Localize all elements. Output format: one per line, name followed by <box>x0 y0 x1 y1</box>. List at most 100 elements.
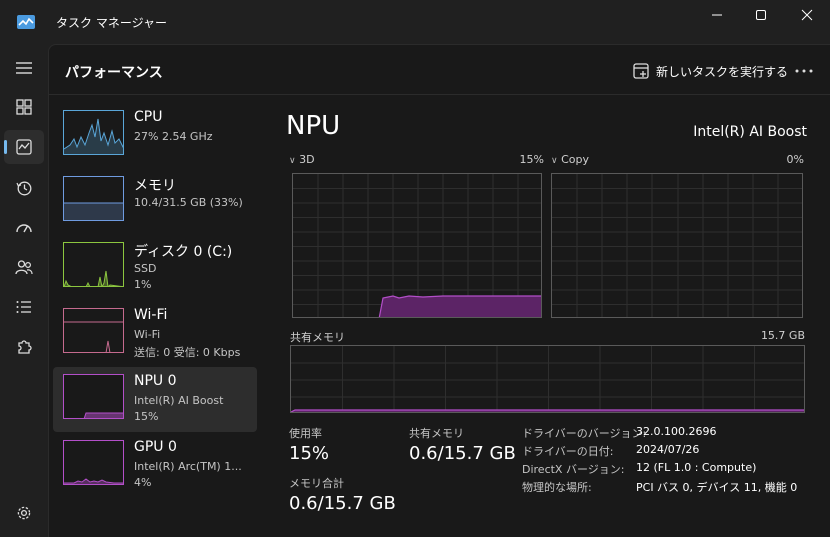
info-driver-date-key: ドライバーの日付: <box>522 445 614 458</box>
device-usage: 1% <box>134 278 152 291</box>
device-name: NPU 0 <box>134 373 177 389</box>
graph-shared-max: 15.7 GB <box>760 329 805 342</box>
device-throughput: 送信: 0 受信: 0 Kbps <box>134 346 241 359</box>
graph-copy-plot <box>552 174 802 317</box>
nav-details[interactable] <box>4 290 44 324</box>
run-new-task-label: 新しいタスクを実行する <box>656 64 789 79</box>
info-directx-key: DirectX バージョン: <box>522 463 625 476</box>
users-icon <box>15 260 33 275</box>
chevron-down-icon: ∨ <box>551 156 558 166</box>
device-detail: Intel(R) AI Boost <box>134 394 224 407</box>
utilization-label: 使用率 <box>289 427 322 440</box>
gpu-sparkline <box>64 478 123 484</box>
graph-shared-memory <box>290 345 805 413</box>
performance-icon <box>16 139 32 155</box>
device-name: ディスク 0 (C:) <box>134 244 233 260</box>
gear-icon <box>17 506 31 520</box>
device-detail: 10.4/31.5 GB (33%) <box>134 196 243 209</box>
device-name: Wi-Fi <box>134 307 168 323</box>
graph-copy-max: 0% <box>786 153 804 166</box>
page-header: パフォーマンス 新しいタスクを実行する <box>49 45 830 95</box>
npu-sparkline <box>83 412 123 418</box>
close-button[interactable] <box>784 0 830 30</box>
detail-model: Intel(R) AI Boost <box>693 124 807 140</box>
page-title: パフォーマンス <box>65 65 163 81</box>
memory-sparkline <box>64 202 123 220</box>
nav-app-history[interactable] <box>4 171 44 205</box>
utilization-value: 15% <box>289 443 330 464</box>
graph-3d <box>292 173 542 318</box>
nav-users[interactable] <box>4 250 44 284</box>
history-icon <box>16 181 32 196</box>
nav-processes[interactable] <box>4 90 44 124</box>
device-name: GPU 0 <box>134 439 177 455</box>
window-title: タスク マネージャー <box>56 16 167 30</box>
device-usage: 4% <box>134 476 152 489</box>
detail-title: NPU <box>286 111 341 141</box>
nav-rail <box>0 44 48 537</box>
device-thumbnail <box>63 110 124 155</box>
device-thumbnail <box>63 176 124 221</box>
device-detail: SSD <box>134 262 157 275</box>
cpu-sparkline <box>64 118 123 154</box>
puzzle-icon <box>18 340 32 354</box>
device-thumbnail <box>63 308 124 353</box>
minimize-icon <box>712 14 722 16</box>
graph-3d-label[interactable]: ∨ 3D <box>289 153 315 166</box>
device-item-cpu[interactable]: CPU 27% 2.54 GHz <box>53 103 257 168</box>
device-usage: 15% <box>134 410 159 423</box>
info-directx-value: 12 (FL 1.0 : Compute) <box>636 461 757 474</box>
nav-services[interactable] <box>4 330 44 364</box>
run-new-task-button[interactable]: 新しいタスクを実行する <box>627 57 794 85</box>
nav-startup-apps[interactable] <box>4 210 44 244</box>
device-thumbnail <box>63 440 124 485</box>
device-thumbnail <box>63 242 124 287</box>
info-location-value: PCI バス 0, デバイス 11, 機能 0 <box>636 481 798 494</box>
graph-3d-max: 15% <box>519 153 544 166</box>
close-icon <box>801 9 813 21</box>
device-name: メモリ <box>134 178 176 194</box>
hamburger-icon <box>16 62 32 74</box>
more-icon <box>795 69 813 73</box>
run-task-icon <box>633 63 649 79</box>
title-bar: タスク マネージャー <box>0 0 830 44</box>
device-thumbnail <box>63 374 124 419</box>
chevron-down-icon: ∨ <box>289 156 296 166</box>
device-detail: Intel(R) Arc(TM) 1... <box>134 460 242 473</box>
maximize-icon <box>756 10 766 20</box>
more-button[interactable] <box>789 57 819 85</box>
nav-menu-button[interactable] <box>4 51 44 85</box>
device-name: CPU <box>134 109 163 125</box>
maximize-button[interactable] <box>738 0 784 30</box>
task-manager-icon <box>17 15 35 29</box>
device-item-disk[interactable]: ディスク 0 (C:) SSD 1% <box>53 235 257 300</box>
minimize-button[interactable] <box>694 0 740 30</box>
shared-memory-label: 共有メモリ <box>409 427 464 440</box>
nav-settings[interactable] <box>4 496 44 530</box>
graph-shared-label: 共有メモリ <box>290 331 345 344</box>
device-item-npu[interactable]: NPU 0 Intel(R) AI Boost 15% <box>53 367 257 432</box>
nav-performance[interactable] <box>4 130 44 164</box>
memory-total-value: 0.6/15.7 GB <box>289 493 396 514</box>
wifi-sparkline <box>64 321 123 352</box>
list-icon <box>16 301 31 313</box>
graph-copy <box>551 173 803 318</box>
info-driver-version-key: ドライバーのバージョン: <box>522 427 647 440</box>
device-item-gpu[interactable]: GPU 0 Intel(R) Arc(TM) 1... 4% <box>53 433 257 498</box>
info-driver-version-value: 32.0.100.2696 <box>636 425 717 438</box>
device-item-wifi[interactable]: Wi-Fi Wi-Fi 送信: 0 受信: 0 Kbps <box>53 301 257 366</box>
info-driver-date-value: 2024/07/26 <box>636 443 700 456</box>
disk-sparkline <box>64 270 122 286</box>
speedometer-icon <box>16 224 32 233</box>
graph-3d-plot <box>293 174 541 317</box>
shared-memory-value: 0.6/15.7 GB <box>409 443 516 464</box>
device-detail: Wi-Fi <box>134 328 161 341</box>
graph-shared-plot <box>291 346 804 412</box>
info-location-key: 物理的な場所: <box>522 481 592 494</box>
main-panel: パフォーマンス 新しいタスクを実行する CPU 27% 2.54 GHz メモリ… <box>48 44 830 537</box>
graph-copy-label[interactable]: ∨ Copy <box>551 153 589 166</box>
memory-total-label: メモリ合計 <box>289 477 344 490</box>
device-detail: 27% 2.54 GHz <box>134 130 213 143</box>
device-item-memory[interactable]: メモリ 10.4/31.5 GB (33%) <box>53 169 257 234</box>
processes-icon <box>16 99 32 115</box>
